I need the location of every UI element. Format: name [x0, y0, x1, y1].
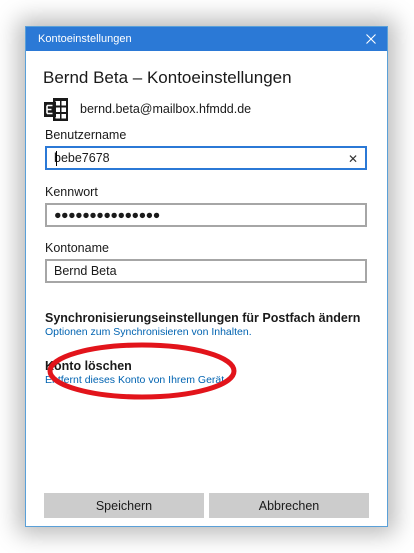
username-value: bebe7678 [54, 151, 110, 165]
account-email: bernd.beta@mailbox.hfmdd.de [80, 102, 252, 116]
account-settings-dialog: Kontoeinstellungen Bernd Beta – Kontoein… [26, 27, 387, 526]
sync-options-link[interactable]: Optionen zum Synchronisieren von Inhalte… [45, 326, 252, 338]
account-name-value: Bernd Beta [54, 264, 117, 278]
title-bar: Kontoeinstellungen [26, 27, 387, 51]
clear-input-icon[interactable]: ✕ [348, 152, 358, 166]
username-field[interactable]: bebe7678 ✕ [45, 146, 367, 170]
cancel-button[interactable]: Abbrechen [209, 493, 369, 518]
close-icon[interactable] [355, 27, 387, 51]
text-cursor [56, 151, 57, 166]
password-field[interactable]: ●●●●●●●●●●●●●●● [45, 203, 367, 227]
password-label: Kennwort [45, 185, 98, 199]
save-button[interactable]: Speichern [44, 493, 204, 518]
sync-settings-title[interactable]: Synchronisierungseinstellungen für Postf… [45, 311, 360, 325]
username-label: Benutzername [45, 128, 127, 142]
delete-account-title[interactable]: Konto löschen [45, 359, 132, 373]
password-value: ●●●●●●●●●●●●●●● [54, 208, 160, 222]
account-name-label: Kontoname [45, 241, 109, 255]
exchange-logo-icon [44, 97, 69, 122]
account-name-field[interactable]: Bernd Beta [45, 259, 367, 283]
page-title: Bernd Beta – Kontoeinstellungen [43, 68, 292, 87]
window-title: Kontoeinstellungen [38, 33, 132, 45]
delete-account-link[interactable]: Entfernt dieses Konto von Ihrem Gerät. [45, 374, 227, 386]
